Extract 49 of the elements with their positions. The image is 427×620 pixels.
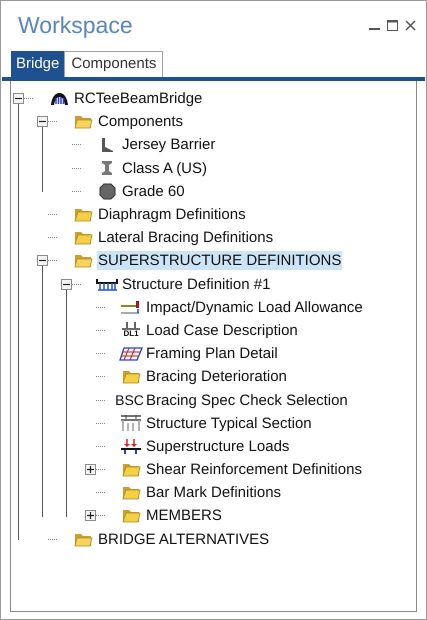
collapse-toggle-icon[interactable] bbox=[61, 278, 72, 290]
tree-item[interactable]: Lateral Bracing Definitions bbox=[97, 228, 274, 248]
load-impact-icon bbox=[120, 298, 142, 316]
close-icon[interactable] bbox=[405, 20, 416, 30]
maximize-icon[interactable] bbox=[387, 20, 398, 30]
window-title: Workspace bbox=[18, 10, 133, 40]
barrier-profile-icon bbox=[100, 136, 114, 153]
tree-item[interactable]: Framing Plan Detail bbox=[145, 344, 279, 364]
folder-icon bbox=[74, 113, 92, 130]
folder-icon bbox=[74, 206, 92, 224]
tree-item[interactable]: Superstructure Loads bbox=[145, 436, 290, 456]
tree-item[interactable]: Impact/Dynamic Load Allowance bbox=[145, 298, 364, 317]
typical-section-icon bbox=[120, 414, 142, 432]
abbreviation-icon: BSC bbox=[115, 393, 144, 408]
tree-item[interactable]: Components bbox=[97, 112, 184, 132]
tree-item[interactable]: Structure Definition #1 bbox=[121, 274, 272, 294]
structure-loads-icon bbox=[120, 438, 142, 455]
tree-item[interactable]: MEMBERS bbox=[145, 506, 223, 526]
tree-item[interactable]: Bracing Deterioration bbox=[145, 367, 288, 386]
tree-item[interactable]: Grade 60 bbox=[121, 182, 186, 201]
folder-icon bbox=[74, 229, 92, 246]
tree-item[interactable]: Load Case Description bbox=[145, 320, 299, 340]
folder-icon bbox=[74, 252, 92, 270]
folder-icon bbox=[122, 461, 140, 478]
tree-item[interactable]: Bracing Spec Check Selection bbox=[145, 390, 349, 410]
collapse-toggle-icon[interactable] bbox=[37, 255, 48, 266]
tree-item[interactable]: Shear Reinforcement Definitions bbox=[145, 460, 363, 480]
collapse-toggle-icon[interactable] bbox=[37, 116, 48, 128]
octagon-icon bbox=[98, 182, 116, 200]
beam-structure-icon bbox=[96, 277, 118, 292]
folder-icon bbox=[122, 368, 140, 386]
tree-item[interactable]: Bar Mark Definitions bbox=[145, 483, 282, 502]
collapse-toggle-icon[interactable] bbox=[13, 93, 24, 104]
expand-toggle-icon[interactable] bbox=[85, 464, 96, 476]
i-beam-icon bbox=[101, 160, 113, 176]
tree-item[interactable]: Class A (US) bbox=[121, 158, 208, 178]
framing-grid-icon bbox=[119, 346, 143, 361]
tree-item[interactable]: RCTeeBeamBridge bbox=[73, 89, 204, 108]
folder-icon bbox=[122, 507, 140, 524]
tree-item[interactable]: Structure Typical Section bbox=[145, 414, 313, 433]
tab[interactable]: Components bbox=[64, 51, 164, 77]
expand-toggle-icon[interactable] bbox=[85, 510, 96, 522]
tree-item[interactable]: SUPERSTRUCTURE DEFINITIONS bbox=[97, 251, 342, 270]
tree-item[interactable]: BRIDGE ALTERNATIVES bbox=[97, 530, 270, 549]
folder-icon bbox=[122, 484, 140, 502]
bridge-arch-icon bbox=[50, 92, 68, 106]
tree-item[interactable]: Jersey Barrier bbox=[121, 135, 216, 154]
tab[interactable]: Bridge bbox=[11, 51, 64, 77]
tree-item[interactable]: Diaphragm Definitions bbox=[97, 205, 247, 224]
